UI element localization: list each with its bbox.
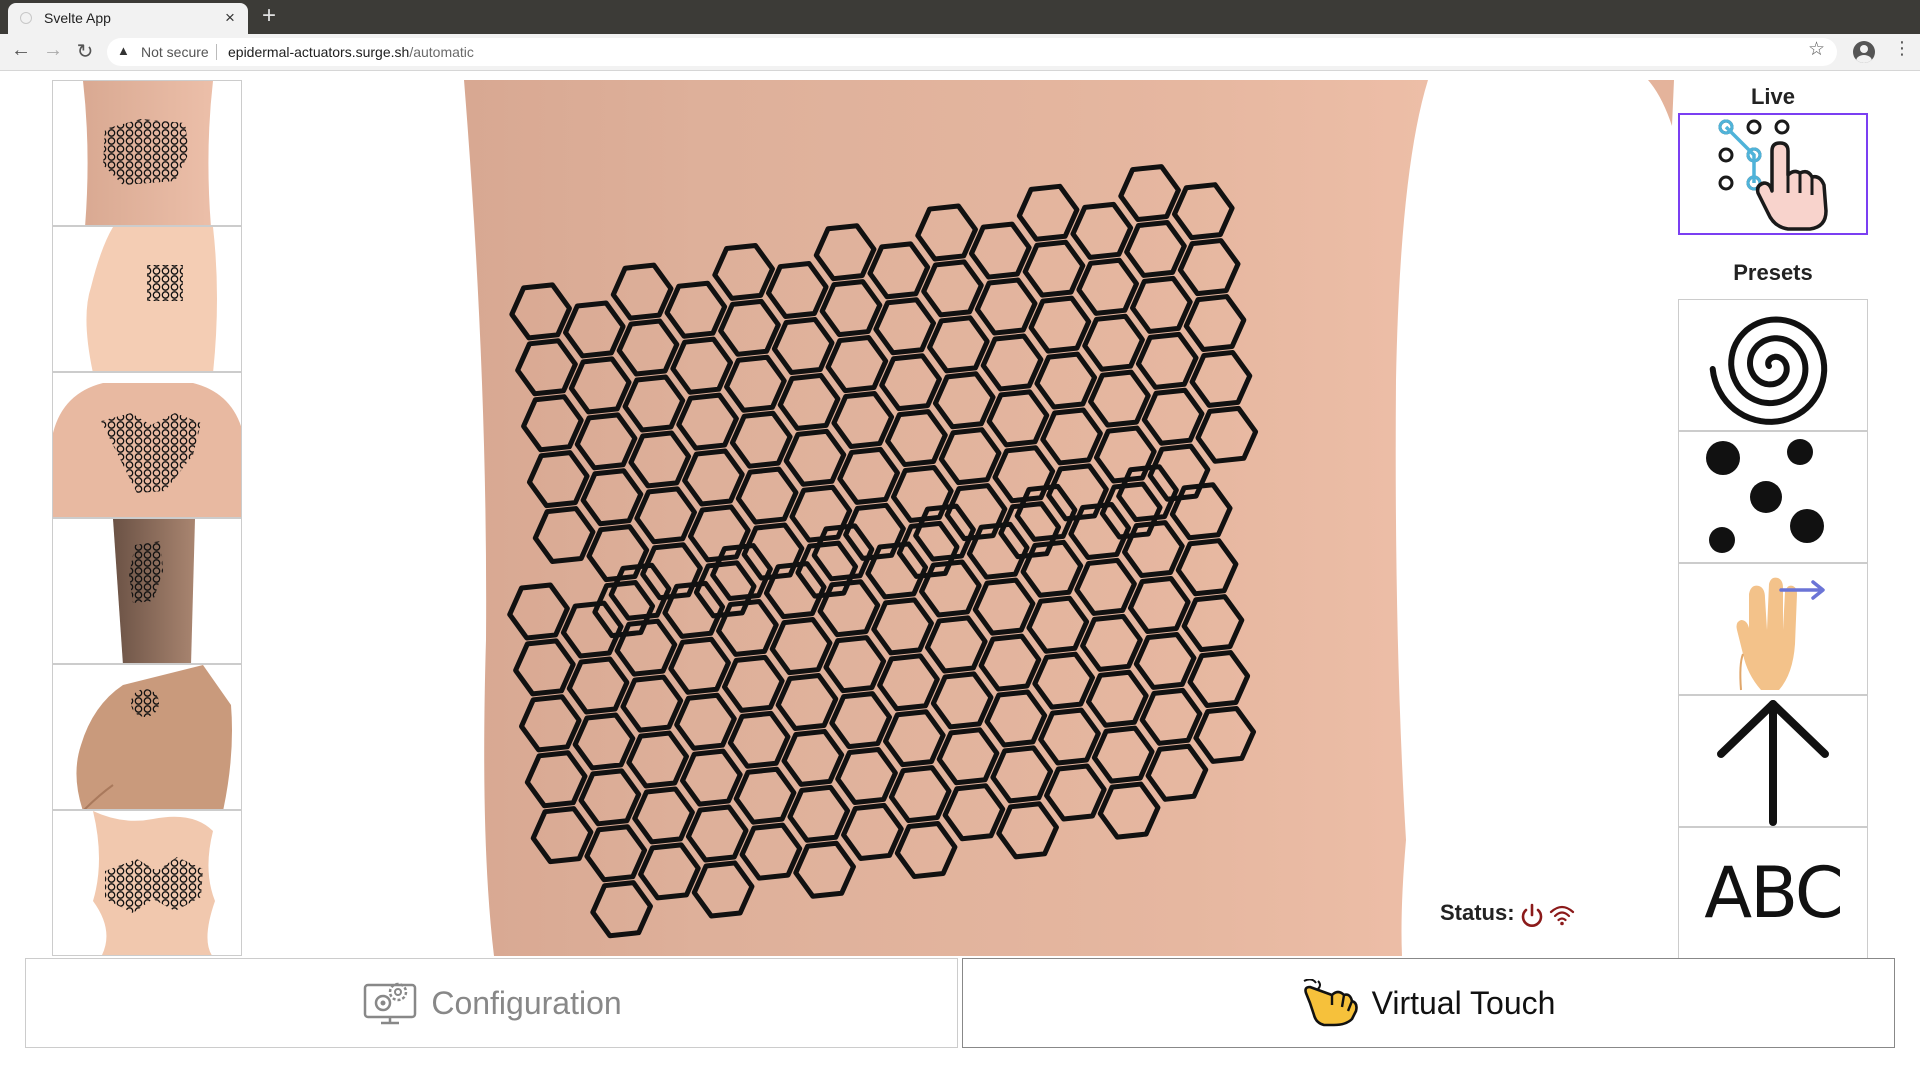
virtual-touch-label: Virtual Touch [1371, 984, 1556, 1021]
favicon-icon [20, 12, 32, 24]
warning-icon: ▲ [117, 43, 130, 58]
browser-menu-icon[interactable]: ⋮ [1893, 38, 1911, 59]
arrow-up-icon [1717, 700, 1829, 826]
profile-avatar-icon[interactable] [1853, 41, 1875, 63]
preset-list: ABC [1678, 299, 1868, 959]
upper-back-thumbnail [53, 383, 241, 517]
power-icon [1521, 903, 1543, 927]
upper-arm-thumbnail [86, 227, 217, 371]
dots-icon [1706, 439, 1824, 553]
swipe-hand-icon [1736, 577, 1825, 691]
back-button[interactable]: ← [8, 39, 34, 62]
tab-close-icon[interactable]: × [225, 8, 235, 28]
url-host: epidermal-actuators.surge.sh [228, 44, 410, 60]
address-bar[interactable]: ▲ Not secure epidermal-actuators.surge.s… [107, 38, 1837, 66]
skin-corner-fragment [1648, 80, 1674, 126]
preset-abc[interactable]: ABC [1678, 827, 1868, 959]
live-mode-button[interactable] [1678, 113, 1868, 235]
configuration-gear-icon [364, 982, 417, 1025]
browser-toolbar: ← → ↻ ▲ Not secure epidermal-actuators.s… [0, 34, 1920, 71]
body-location-list [52, 80, 242, 956]
live-title: Live [1750, 84, 1796, 109]
abc-text-icon: ABC [1704, 852, 1844, 934]
body-location-forearm[interactable] [52, 518, 242, 664]
url-text: epidermal-actuators.surge.sh/automatic [228, 44, 474, 60]
preset-arrow-up[interactable] [1678, 695, 1868, 827]
status-indicators [1521, 903, 1575, 927]
preset-spiral[interactable] [1678, 299, 1868, 431]
url-path: /automatic [409, 44, 474, 60]
body-location-lower-back[interactable] [52, 80, 242, 226]
forearm-thumbnail [113, 519, 195, 663]
presets-title: Presets [1733, 260, 1813, 285]
bookmark-star-icon[interactable]: ☆ [1808, 38, 1825, 61]
reload-button[interactable]: ↻ [72, 39, 98, 64]
live-touch-pattern-icon [1718, 119, 1828, 231]
torso-image [464, 80, 1428, 956]
forward-button[interactable]: → [40, 39, 66, 62]
security-label: Not secure [141, 44, 209, 60]
body-location-upper-arm[interactable] [52, 226, 242, 372]
virtual-touch-button[interactable]: Virtual Touch [962, 958, 1895, 1048]
spiral-icon [1709, 316, 1828, 425]
tab-title: Svelte App [44, 10, 111, 26]
browser-tab[interactable]: Svelte App × [8, 3, 248, 34]
body-location-upper-back[interactable] [52, 372, 242, 518]
pointing-hand-icon [1303, 979, 1358, 1027]
abdomen-thumbnail [93, 811, 215, 955]
preset-swipe[interactable] [1678, 563, 1868, 695]
preset-dots[interactable] [1678, 431, 1868, 563]
new-tab-button[interactable]: + [262, 2, 276, 30]
configuration-button[interactable]: Configuration [25, 958, 958, 1048]
browser-tabstrip: Svelte App × + [0, 0, 1920, 34]
body-canvas[interactable] [440, 80, 1460, 956]
configuration-label: Configuration [431, 984, 622, 1021]
wifi-icon [1549, 905, 1575, 926]
body-location-abdomen[interactable] [52, 810, 242, 956]
status-label: Status: [1440, 900, 1515, 925]
lower-back-thumbnail [83, 81, 213, 225]
hand-thumbnail [76, 665, 232, 809]
omnibox-divider [216, 44, 217, 60]
body-location-hand[interactable] [52, 664, 242, 810]
